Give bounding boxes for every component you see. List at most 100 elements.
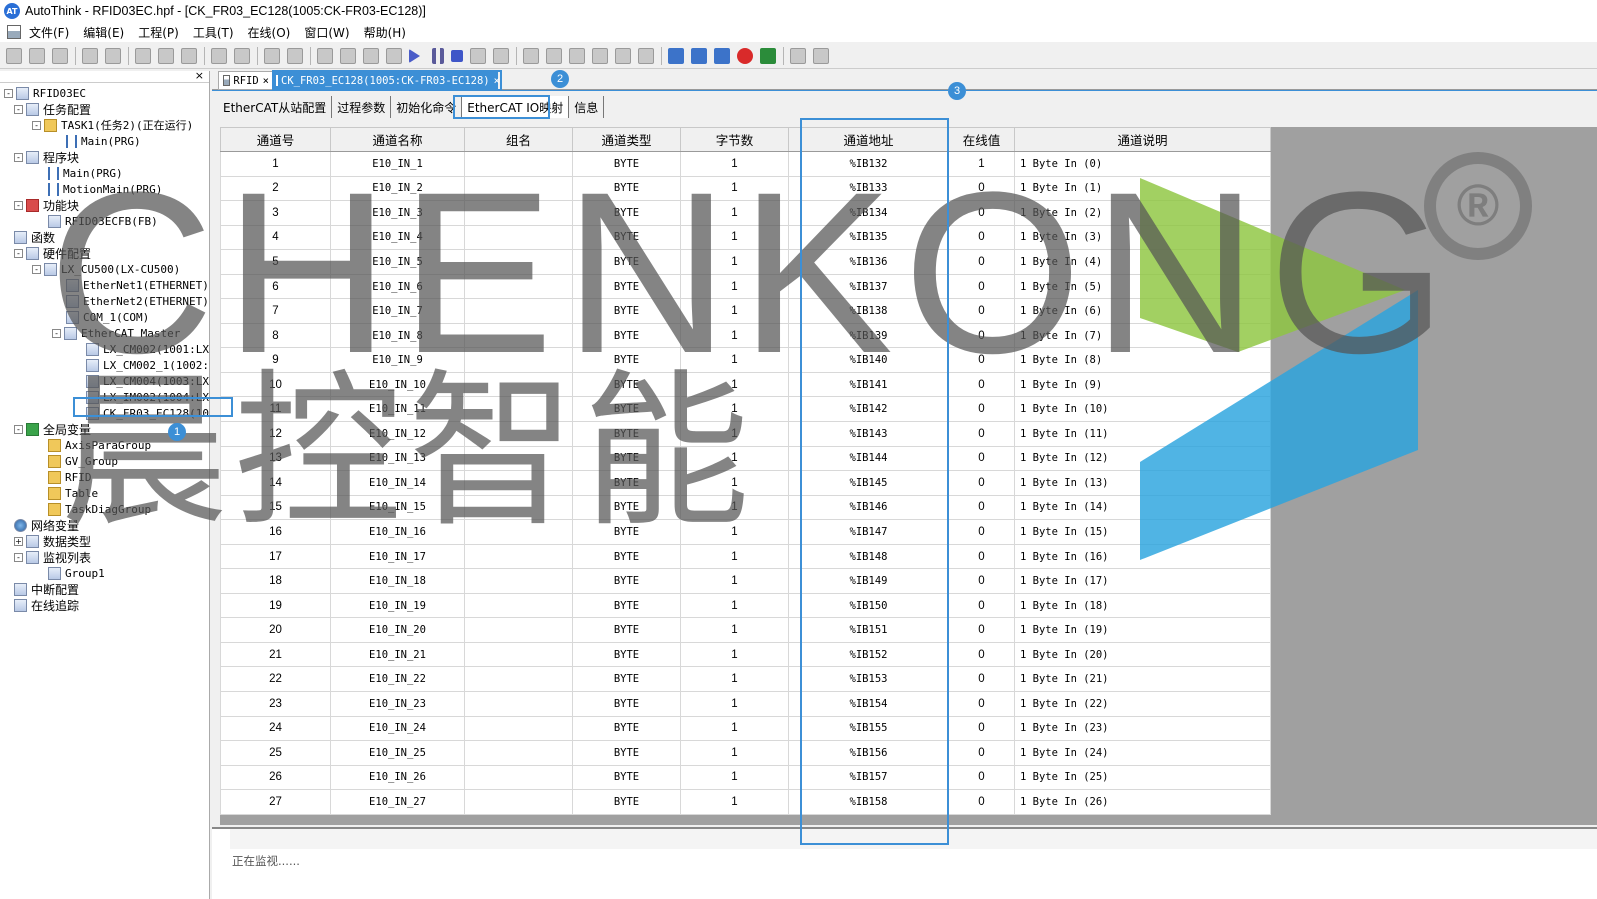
cell-channel-name[interactable]: E10_IN_26 bbox=[330, 764, 465, 791]
cell-group[interactable] bbox=[464, 666, 573, 693]
tab-info[interactable]: 信息 bbox=[569, 96, 605, 118]
cell-channel-no[interactable]: 7 bbox=[220, 298, 331, 324]
cell-channel-name[interactable]: E10_IN_11 bbox=[330, 396, 465, 423]
cell-channel-no[interactable]: 16 bbox=[220, 519, 331, 545]
cell-channel-type[interactable]: BYTE bbox=[572, 641, 681, 668]
cell-channel-name[interactable]: E10_IN_17 bbox=[330, 543, 465, 570]
cell-channel-no[interactable]: 17 bbox=[220, 543, 331, 570]
cell-group[interactable] bbox=[464, 494, 573, 521]
cell-group[interactable] bbox=[464, 396, 573, 423]
cell-channel-desc[interactable]: 1 Byte In (6) bbox=[1014, 298, 1271, 324]
cell-byte-count[interactable]: 1 bbox=[680, 470, 789, 496]
table-row[interactable]: 19 E10_IN_19 BYTE 1 %IB150 0 1 Byte In (18) bbox=[220, 592, 1271, 619]
cell-channel-no[interactable]: 20 bbox=[220, 617, 331, 643]
cell-channel-desc[interactable]: 1 Byte In (18) bbox=[1014, 592, 1271, 619]
cell-channel-type[interactable]: BYTE bbox=[572, 691, 681, 717]
cell-byte-count[interactable]: 1 bbox=[680, 445, 789, 472]
cell-channel-desc[interactable]: 1 Byte In (26) bbox=[1014, 789, 1271, 815]
cell-channel-name[interactable]: E10_IN_1 bbox=[330, 151, 465, 177]
cell-channel-type[interactable]: BYTE bbox=[572, 200, 681, 226]
tree-node[interactable]: - EtherCAT Master bbox=[52, 325, 180, 341]
find-icon[interactable] bbox=[264, 47, 280, 64]
table-row[interactable]: 11 E10_IN_11 BYTE 1 %IB142 0 1 Byte In (10) bbox=[220, 396, 1271, 423]
cell-channel-desc[interactable]: 1 Byte In (4) bbox=[1014, 249, 1271, 275]
cell-channel-no[interactable]: 14 bbox=[220, 470, 331, 496]
tree-node[interactable]: LX_CM004(1003:LX-( bbox=[86, 373, 209, 389]
new-file-icon[interactable] bbox=[6, 47, 22, 64]
tree-node[interactable]: 中断配置 bbox=[14, 581, 79, 597]
cell-group[interactable] bbox=[464, 298, 573, 324]
cell-online-value[interactable]: 0 bbox=[948, 298, 1015, 324]
cell-channel-name[interactable]: E10_IN_16 bbox=[330, 519, 465, 545]
cell-group[interactable] bbox=[464, 200, 573, 226]
cell-online-value[interactable]: 0 bbox=[948, 421, 1015, 447]
collapse-icon[interactable]: - bbox=[32, 120, 41, 130]
cell-byte-count[interactable]: 1 bbox=[680, 691, 789, 717]
cell-online-value[interactable]: 0 bbox=[948, 691, 1015, 717]
simulate-icon[interactable] bbox=[386, 47, 402, 64]
cell-channel-address[interactable]: %IB141 bbox=[788, 371, 949, 398]
cut-icon[interactable] bbox=[135, 47, 151, 64]
cell-channel-address[interactable]: %IB143 bbox=[788, 421, 949, 447]
cell-channel-type[interactable]: BYTE bbox=[572, 494, 681, 521]
cell-channel-no[interactable]: 22 bbox=[220, 666, 331, 693]
cell-channel-address[interactable]: %IB156 bbox=[788, 740, 949, 766]
cell-byte-count[interactable]: 1 bbox=[680, 641, 789, 668]
trend-icon[interactable] bbox=[691, 47, 707, 64]
cell-byte-count[interactable]: 1 bbox=[680, 543, 789, 570]
table-row[interactable]: 22 E10_IN_22 BYTE 1 %IB153 0 1 Byte In (21) bbox=[220, 666, 1271, 693]
tree-node[interactable]: - TASK1(任务2)(正在运行) bbox=[32, 117, 193, 133]
cell-channel-name[interactable]: E10_IN_22 bbox=[330, 666, 465, 693]
cell-channel-name[interactable]: E10_IN_14 bbox=[330, 470, 465, 496]
cell-online-value[interactable]: 0 bbox=[948, 249, 1015, 275]
step-into-icon[interactable] bbox=[523, 47, 539, 64]
cell-channel-name[interactable]: E10_IN_18 bbox=[330, 568, 465, 594]
cell-channel-name[interactable]: E10_IN_4 bbox=[330, 224, 465, 251]
cell-channel-name[interactable]: E10_IN_15 bbox=[330, 494, 465, 521]
cell-byte-count[interactable]: 1 bbox=[680, 249, 789, 275]
cell-byte-count[interactable]: 1 bbox=[680, 764, 789, 791]
cell-channel-address[interactable]: %IB132 bbox=[788, 151, 949, 177]
cell-channel-type[interactable]: BYTE bbox=[572, 666, 681, 693]
cell-byte-count[interactable]: 1 bbox=[680, 371, 789, 398]
table-row[interactable]: 15 E10_IN_15 BYTE 1 %IB146 0 1 Byte In (14) bbox=[220, 494, 1271, 521]
tab-ck-fr03-ec128[interactable]: CK_FR03_EC128(1005:CK-FR03-EC128) × bbox=[272, 71, 500, 90]
cell-channel-name[interactable]: E10_IN_20 bbox=[330, 617, 465, 643]
cell-group[interactable] bbox=[464, 641, 573, 668]
cell-channel-desc[interactable]: 1 Byte In (15) bbox=[1014, 519, 1271, 545]
cell-channel-type[interactable]: BYTE bbox=[572, 175, 681, 202]
cell-group[interactable] bbox=[464, 151, 573, 177]
online-icon[interactable] bbox=[363, 47, 379, 64]
table-row[interactable]: 12 E10_IN_12 BYTE 1 %IB143 0 1 Byte In (11) bbox=[220, 421, 1271, 447]
collapse-icon[interactable]: - bbox=[4, 88, 13, 98]
expand-icon[interactable]: + bbox=[14, 536, 23, 546]
cell-channel-desc[interactable]: 1 Byte In (10) bbox=[1014, 396, 1271, 423]
cell-channel-address[interactable]: %IB148 bbox=[788, 543, 949, 570]
cell-channel-no[interactable]: 25 bbox=[220, 740, 331, 766]
cell-group[interactable] bbox=[464, 789, 573, 815]
collapse-icon[interactable]: - bbox=[14, 248, 23, 258]
collapse-icon[interactable]: - bbox=[32, 264, 41, 274]
redo-icon[interactable] bbox=[234, 47, 250, 64]
cell-channel-no[interactable]: 6 bbox=[220, 273, 331, 300]
cell-byte-count[interactable]: 1 bbox=[680, 568, 789, 594]
table-row[interactable]: 3 E10_IN_3 BYTE 1 %IB134 0 1 Byte In (2) bbox=[220, 200, 1271, 226]
force-icon[interactable] bbox=[470, 47, 486, 64]
undo-icon[interactable] bbox=[211, 47, 227, 64]
on-icon[interactable] bbox=[760, 47, 776, 64]
cell-channel-type[interactable]: BYTE bbox=[572, 715, 681, 742]
cell-byte-count[interactable]: 1 bbox=[680, 666, 789, 693]
table-row[interactable]: 4 E10_IN_4 BYTE 1 %IB135 0 1 Byte In (3) bbox=[220, 224, 1271, 251]
col-header-channel-name[interactable]: 通道名称 bbox=[330, 127, 465, 152]
cell-channel-name[interactable]: E10_IN_3 bbox=[330, 200, 465, 226]
cell-channel-address[interactable]: %IB145 bbox=[788, 470, 949, 496]
cell-online-value[interactable]: 0 bbox=[948, 200, 1015, 226]
table-row[interactable]: 18 E10_IN_18 BYTE 1 %IB149 0 1 Byte In (17) bbox=[220, 568, 1271, 594]
cell-channel-address[interactable]: %IB140 bbox=[788, 347, 949, 373]
tree-node[interactable]: LX_CM002(1001:LX-( bbox=[86, 341, 209, 357]
cell-channel-desc[interactable]: 1 Byte In (21) bbox=[1014, 666, 1271, 693]
cell-channel-no[interactable]: 19 bbox=[220, 592, 331, 619]
cell-channel-name[interactable]: E10_IN_8 bbox=[330, 322, 465, 349]
cell-channel-desc[interactable]: 1 Byte In (14) bbox=[1014, 494, 1271, 521]
cell-group[interactable] bbox=[464, 273, 573, 300]
